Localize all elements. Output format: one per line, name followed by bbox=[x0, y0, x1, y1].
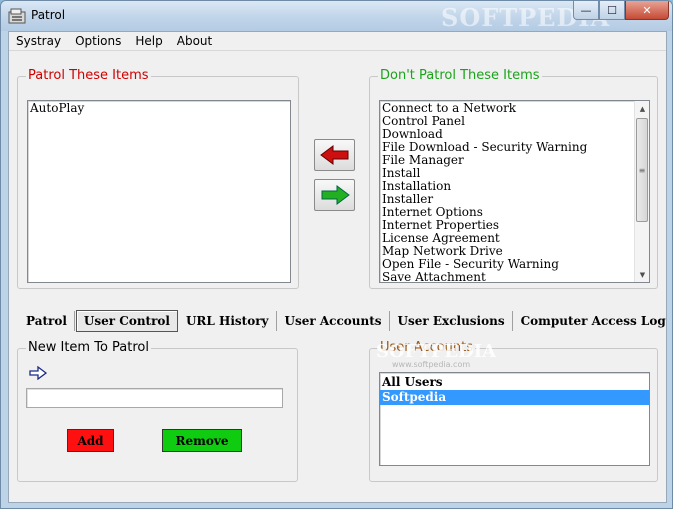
new-item-title: New Item To Patrol bbox=[26, 340, 151, 355]
add-button[interactable]: Add bbox=[67, 429, 114, 452]
softpedia-watermark: SOFTPEDIA bbox=[376, 341, 497, 362]
move-left-button[interactable] bbox=[314, 139, 355, 171]
tab-strip: Patrol User Control URL History User Acc… bbox=[19, 308, 672, 334]
tab-user-exclusions[interactable]: User Exclusions bbox=[391, 311, 513, 331]
list-item[interactable]: Save Attachment bbox=[380, 271, 649, 283]
patrol-window: Patrol SOFTPEDIA — ☐ ✕ Systray Options H… bbox=[0, 0, 673, 509]
patrol-items-group: Patrol These Items AutoPlay bbox=[17, 68, 299, 289]
move-right-button[interactable] bbox=[314, 179, 355, 211]
tab-url-history[interactable]: URL History bbox=[179, 311, 277, 331]
patrol-items-list[interactable]: AutoPlay bbox=[27, 100, 291, 283]
new-item-input[interactable] bbox=[26, 388, 283, 408]
scroll-down-icon[interactable]: ▼ bbox=[635, 267, 649, 282]
dont-patrol-items-group: Don't Patrol These Items Connect to a Ne… bbox=[369, 68, 658, 289]
list-item[interactable]: File Manager bbox=[380, 154, 649, 167]
menu-systray[interactable]: Systray bbox=[9, 32, 68, 51]
minimize-button[interactable]: — bbox=[573, 1, 599, 20]
softpedia-url-watermark: www.softpedia.com bbox=[392, 360, 471, 369]
maximize-button[interactable]: ☐ bbox=[599, 1, 625, 20]
user-accounts-list[interactable]: All Users Softpedia bbox=[379, 372, 650, 466]
list-item[interactable]: All Users bbox=[380, 375, 649, 390]
red-left-arrow-icon bbox=[319, 145, 348, 165]
green-right-arrow-icon bbox=[321, 185, 350, 205]
patrol-items-title: Patrol These Items bbox=[26, 68, 151, 83]
close-button[interactable]: ✕ bbox=[625, 1, 669, 20]
remove-button[interactable]: Remove bbox=[162, 429, 242, 452]
tab-user-control[interactable]: User Control bbox=[75, 310, 178, 332]
menu-options[interactable]: Options bbox=[68, 32, 128, 51]
tab-patrol[interactable]: Patrol bbox=[19, 311, 75, 331]
dont-patrol-items-list[interactable]: Connect to a Network Control Panel Downl… bbox=[379, 100, 650, 283]
user-accounts-group: User Accounts SOFTPEDIA www.softpedia.co… bbox=[369, 340, 658, 482]
title-bar[interactable]: Patrol SOFTPEDIA — ☐ ✕ bbox=[1, 1, 672, 32]
app-icon bbox=[8, 8, 26, 24]
tab-user-accounts[interactable]: User Accounts bbox=[278, 311, 390, 331]
client-area: Systray Options Help About Patrol These … bbox=[8, 31, 667, 503]
dont-patrol-items-title: Don't Patrol These Items bbox=[378, 68, 542, 83]
window-title: Patrol bbox=[31, 8, 66, 22]
menu-help[interactable]: Help bbox=[128, 32, 169, 51]
menu-about[interactable]: About bbox=[170, 32, 219, 51]
new-item-group: New Item To Patrol Add Remove bbox=[17, 340, 298, 482]
scroll-thumb[interactable]: ≡ bbox=[636, 118, 648, 222]
pointing-hand-icon bbox=[29, 366, 47, 380]
tab-computer-access-log[interactable]: Computer Access Log bbox=[514, 311, 672, 331]
list-item[interactable]: AutoPlay bbox=[28, 102, 290, 115]
dont-patrol-scrollbar[interactable]: ▲ ≡ ▼ bbox=[634, 101, 649, 282]
scroll-up-icon[interactable]: ▲ bbox=[635, 101, 649, 116]
list-item[interactable]: Softpedia bbox=[380, 390, 649, 405]
menu-bar: Systray Options Help About bbox=[9, 32, 666, 51]
